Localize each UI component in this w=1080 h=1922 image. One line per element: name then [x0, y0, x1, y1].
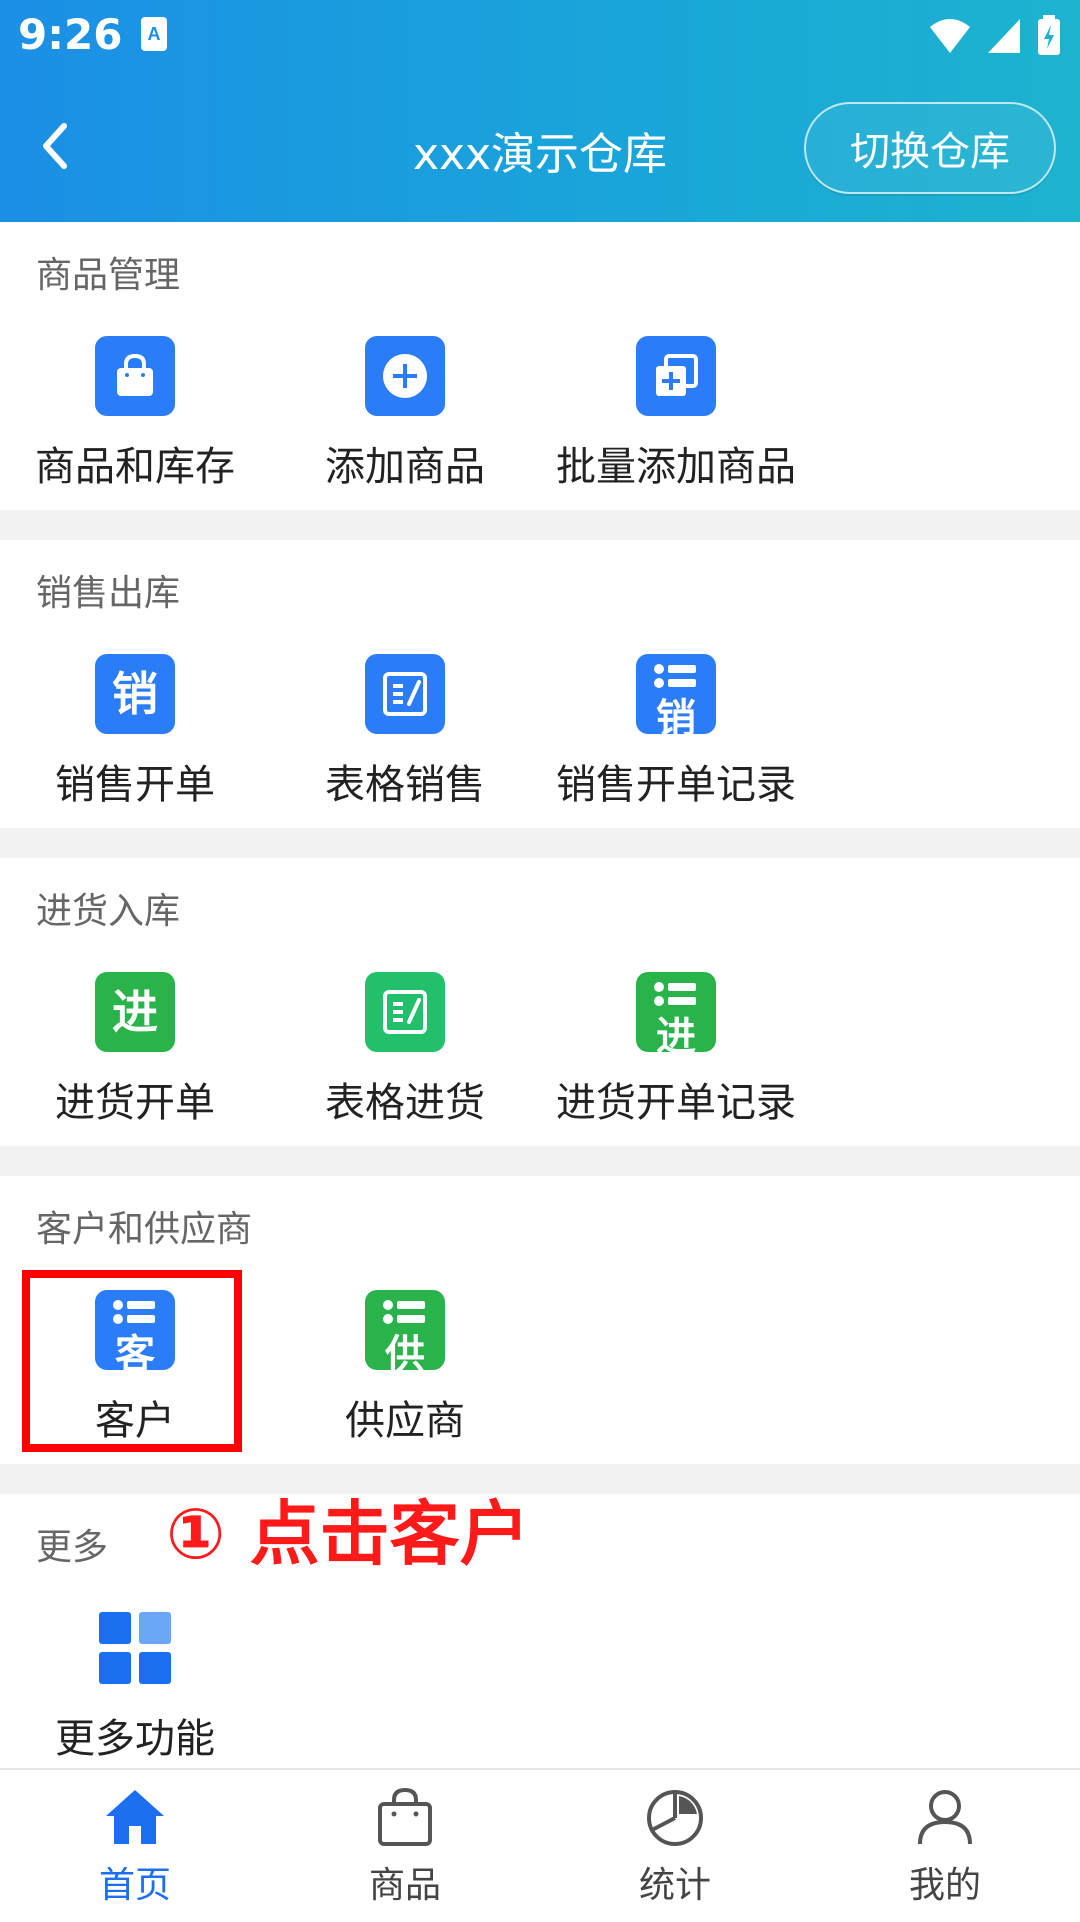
nav-goods[interactable]: 商品 — [270, 1770, 540, 1922]
annotation-text: ① 点击客户 — [166, 1493, 530, 1575]
section-title: 商品管理 — [36, 255, 181, 296]
signal-icon — [988, 19, 1020, 53]
sales-list-icon: 销 — [636, 654, 716, 742]
icon-char: 销 — [112, 667, 158, 721]
batch-add-icon — [636, 336, 716, 416]
wifi-icon — [930, 19, 970, 53]
bottom-nav: 首页 商品 统计 我的 — [0, 1768, 1080, 1922]
section-title: 销售出库 — [36, 573, 181, 614]
tile-sales-records[interactable]: 销 销售开单记录 — [556, 654, 796, 854]
user-icon — [918, 1790, 972, 1845]
tile-label: 进货开单 — [55, 1080, 215, 1126]
tile-goods-inventory[interactable]: 商品和库存 — [15, 336, 255, 536]
purchase-char-icon: 进 — [95, 972, 175, 1052]
section-sales: 销售出库 销 销售开单 表格销售 销 销售开单记录 — [0, 540, 1080, 828]
tile-purchase-records[interactable]: 进 进货开单记录 — [556, 972, 796, 1172]
tile-label: 销售开单记录 — [556, 762, 796, 808]
purchase-list-icon: 进 — [636, 972, 716, 1060]
tile-batch-add-goods[interactable]: 批量添加商品 — [556, 336, 796, 536]
tile-add-goods[interactable]: 添加商品 — [285, 336, 525, 536]
list-glyph: 供 — [365, 1290, 445, 1378]
battery-icon — [1038, 15, 1060, 55]
table-edit-icon — [365, 972, 445, 1052]
tile-label: 表格进货 — [325, 1080, 485, 1126]
tile-label: 批量添加商品 — [556, 444, 796, 490]
svg-text:A: A — [148, 24, 161, 44]
pie-chart-icon — [647, 1790, 703, 1846]
status-bar: 9:26 A — [0, 0, 1080, 72]
tile-label: 更多功能 — [55, 1716, 215, 1762]
shopping-bag-icon — [95, 336, 175, 416]
status-time: 9:26 — [18, 10, 123, 59]
app-header: 9:26 A xxx演示仓库 切换仓库 — [0, 0, 1080, 222]
status-icons — [928, 14, 1062, 56]
icon-char: 供 — [385, 1332, 425, 1378]
plus-circle-icon — [365, 336, 445, 416]
tile-label: 商品和库存 — [35, 444, 235, 490]
tile-label: 销售开单 — [55, 762, 215, 808]
section-title: 更多 — [36, 1527, 109, 1568]
tile-purchase-order[interactable]: 进 进货开单 — [15, 972, 255, 1172]
nav-label: 首页 — [98, 1865, 171, 1906]
section-purchase: 进货入库 进 进货开单 表格进货 进 进货开单记录 — [0, 858, 1080, 1146]
section-goods: 商品管理 商品和库存 添加商品 批量添加商品 — [0, 222, 1080, 510]
nav-home[interactable]: 首页 — [0, 1770, 270, 1922]
bag-icon — [378, 1787, 432, 1846]
list-glyph: 销 — [636, 654, 716, 742]
icon-char: 销 — [656, 696, 696, 742]
icon-char: 进 — [656, 1014, 696, 1060]
tile-label: 供应商 — [345, 1398, 465, 1444]
nav-label: 我的 — [908, 1865, 981, 1906]
nav-mine[interactable]: 我的 — [810, 1770, 1080, 1922]
tile-suppliers[interactable]: 供 供应商 — [285, 1290, 525, 1490]
tile-label: 表格销售 — [325, 762, 485, 808]
switch-warehouse-button[interactable]: 切换仓库 — [804, 102, 1056, 194]
section-more: 更多 更多功能 — [0, 1494, 1080, 1768]
section-title: 客户和供应商 — [36, 1209, 253, 1250]
list-glyph: 进 — [636, 972, 716, 1060]
tile-label: 添加商品 — [325, 444, 485, 490]
home-icon — [106, 1790, 164, 1844]
highlight-box — [22, 1270, 242, 1452]
tile-sales-order[interactable]: 销 销售开单 — [15, 654, 255, 854]
tile-table-purchase[interactable]: 表格进货 — [285, 972, 525, 1172]
nav-label: 商品 — [368, 1865, 441, 1906]
sales-char-icon: 销 — [95, 654, 175, 734]
section-title: 进货入库 — [36, 891, 181, 932]
grid-icon — [95, 1608, 175, 1688]
nav-stats[interactable]: 统计 — [540, 1770, 810, 1922]
app-notification-icon: A — [141, 17, 167, 51]
tile-table-sales[interactable]: 表格销售 — [285, 654, 525, 854]
supplier-list-icon: 供 — [365, 1290, 445, 1378]
table-edit-icon — [365, 654, 445, 734]
icon-char: 进 — [112, 985, 158, 1039]
nav-label: 统计 — [638, 1865, 711, 1906]
tile-label: 进货开单记录 — [556, 1080, 796, 1126]
